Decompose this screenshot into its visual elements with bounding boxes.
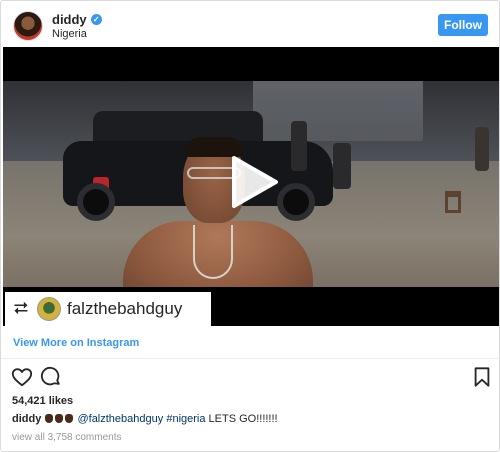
caption-username[interactable]: diddy <box>12 413 41 425</box>
username-row: diddy ✓ <box>52 12 102 27</box>
bookmark-icon[interactable] <box>471 366 493 388</box>
likes-count[interactable]: 54,421 likes <box>12 395 73 407</box>
follow-button[interactable]: Follow <box>438 14 488 36</box>
view-more-link[interactable]: View More on Instagram <box>13 337 139 349</box>
caption-hashtag[interactable]: #nigeria <box>166 413 205 425</box>
post-header: diddy ✓ Nigeria Follow <box>1 1 499 47</box>
emoji-icon <box>44 413 74 425</box>
heart-icon[interactable] <box>11 366 33 388</box>
username-link[interactable]: diddy <box>52 12 87 27</box>
comment-icon[interactable] <box>40 366 62 388</box>
view-comments-link[interactable]: view all 3,758 comments <box>12 432 122 443</box>
verified-badge-icon: ✓ <box>90 14 102 25</box>
caption-mention[interactable]: @falzthebahdguy <box>77 413 163 425</box>
play-icon[interactable] <box>230 154 280 210</box>
action-bar <box>11 366 490 390</box>
caption-text: LETS GO!!!!!!! <box>208 413 278 425</box>
video-person <box>123 137 313 287</box>
profile-avatar[interactable] <box>13 11 43 41</box>
divider <box>1 358 499 359</box>
repost-credit[interactable]: ⮂ falzthebahdguy <box>5 292 211 326</box>
instagram-embed-card: diddy ✓ Nigeria Follow ⮂ falzthebahdguy … <box>0 0 500 452</box>
repost-icon: ⮂ <box>13 298 29 319</box>
post-caption: diddy @falzthebahdguy #nigeria LETS GO!!… <box>12 413 278 425</box>
location-link[interactable]: Nigeria <box>52 28 87 40</box>
video-player[interactable]: ⮂ falzthebahdguy <box>3 47 499 326</box>
repost-username: falzthebahdguy <box>67 299 183 318</box>
repost-avatar <box>37 297 61 321</box>
